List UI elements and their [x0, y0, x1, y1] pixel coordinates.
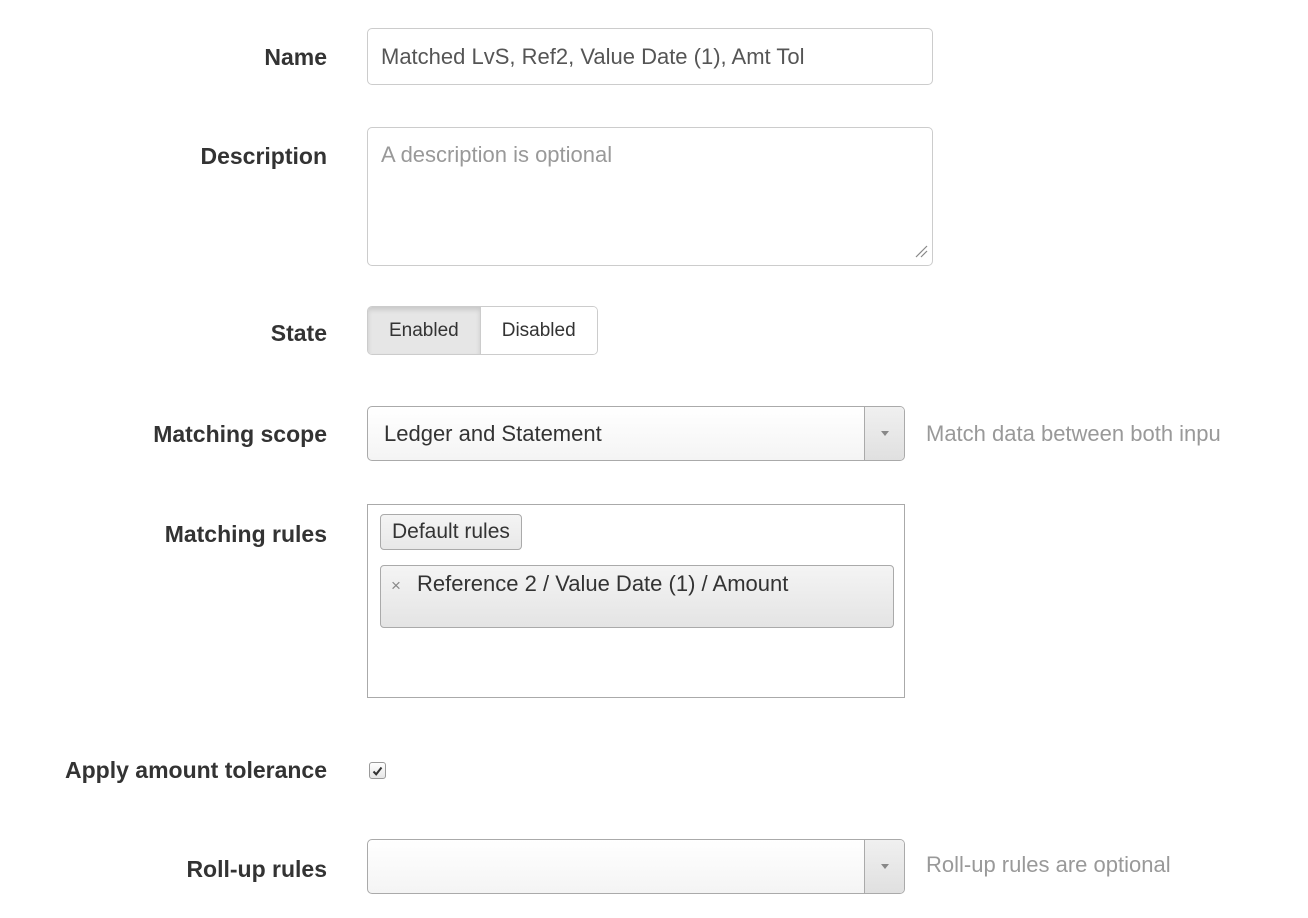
apply-amount-tolerance-checkbox[interactable]: [369, 762, 386, 779]
check-icon: [372, 766, 383, 776]
state-label: State: [270, 320, 327, 346]
rollup-rules-label: Roll-up rules: [186, 856, 327, 882]
matching-scope-label: Matching scope: [153, 421, 327, 447]
matching-scope-select[interactable]: Ledger and Statement: [367, 406, 905, 461]
matching-scope-help: Match data between both inpu: [926, 421, 1221, 446]
name-label: Name: [264, 44, 327, 70]
matching-rules-multiselect[interactable]: Default rules × Reference 2 / Value Date…: [367, 504, 905, 698]
resize-grip-icon[interactable]: [914, 244, 928, 258]
apply-amount-tolerance-label: Apply amount tolerance: [65, 757, 327, 783]
rollup-rules-help: Roll-up rules are optional: [926, 852, 1171, 877]
chevron-down-icon[interactable]: [864, 840, 904, 893]
description-label: Description: [200, 143, 327, 169]
state-enabled-button[interactable]: Enabled: [368, 307, 481, 354]
name-input[interactable]: [367, 28, 933, 85]
state-disabled-button[interactable]: Disabled: [480, 307, 597, 354]
chevron-down-icon[interactable]: [864, 407, 904, 460]
selected-rule-label: Reference 2 / Value Date (1) / Amount: [417, 571, 789, 596]
default-rules-group-label: Default rules: [380, 514, 522, 550]
rule-form: Name Description State Enabled Disabled …: [0, 0, 1308, 918]
selected-rule-chip[interactable]: × Reference 2 / Value Date (1) / Amount: [380, 565, 894, 628]
matching-rules-label: Matching rules: [164, 521, 327, 547]
remove-icon[interactable]: ×: [391, 574, 401, 598]
matching-scope-value: Ledger and Statement: [384, 421, 602, 446]
rollup-rules-select[interactable]: [367, 839, 905, 894]
state-toggle-group: Enabled Disabled: [367, 306, 598, 355]
description-textarea[interactable]: [367, 127, 933, 266]
